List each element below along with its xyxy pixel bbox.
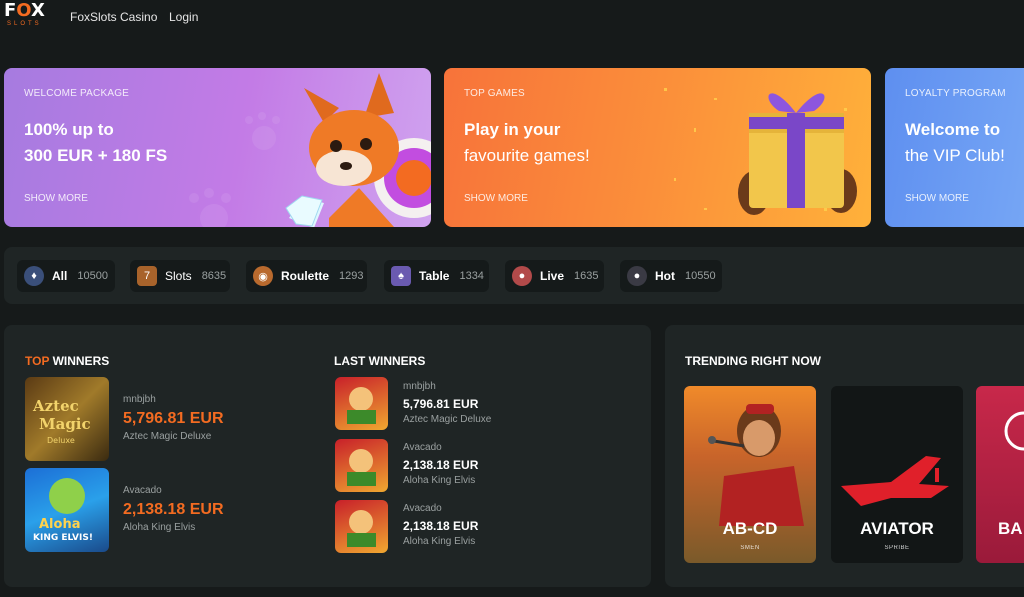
category-all[interactable]: ♦ All 10500: [17, 260, 115, 292]
trending-title: TRENDING RIGHT NOW: [685, 354, 821, 368]
winner-game-name[interactable]: Aloha King Elvis: [403, 536, 475, 547]
winner-amount: 2,138.18 EUR: [123, 501, 224, 518]
game-thumbnail-last-3[interactable]: [335, 500, 388, 553]
loyalty-program-banner[interactable]: LOYALTY PROGRAM Welcome to the VIP Club!…: [885, 68, 1024, 227]
welcome-package-banner[interactable]: WELCOME PACKAGE 100% up to 300 EUR + 180…: [4, 68, 431, 227]
foxslots-logo[interactable]: FOX SLOTS: [4, 2, 56, 34]
all-games-icon: ♦: [24, 266, 44, 286]
category-label: All: [52, 269, 68, 283]
top-games-banner[interactable]: TOP GAMES Play in your favourite games! …: [444, 68, 871, 227]
category-label: Live: [540, 269, 565, 283]
winner-username: Avacado: [403, 442, 442, 453]
game-artwork: [347, 510, 376, 547]
category-count: 10500: [77, 270, 108, 282]
banner-show-more-link[interactable]: SHOW MORE: [905, 193, 969, 204]
category-slots[interactable]: 7 Slots 8635: [130, 260, 230, 292]
category-label: Hot: [655, 269, 675, 283]
banner-headline: 100% up to: [24, 120, 114, 139]
category-label: Roulette: [281, 269, 329, 283]
banner-subheadline: 300 EUR + 180 FS: [24, 146, 168, 165]
gift-box-illustration: [738, 93, 857, 215]
category-count: 1293: [339, 270, 364, 282]
svg-text:KING ELVIS!: KING ELVIS!: [33, 533, 93, 543]
winner-username: mnbjbh: [403, 381, 436, 392]
banner-kicker: TOP GAMES: [464, 88, 525, 99]
winner-amount: 5,796.81 EUR: [123, 410, 224, 427]
aztec-magic-artwork: Aztec Magic Deluxe: [32, 397, 91, 445]
svg-text:Deluxe: Deluxe: [47, 436, 75, 445]
game-provider: SMEN: [740, 545, 760, 551]
category-count: 1635: [574, 270, 599, 282]
top-header: FOX SLOTS FoxSlots Casino Login: [0, 0, 1024, 40]
game-category-bar: ♦ All 10500 7 Slots 8635 ◉ Roulette 1293…: [4, 247, 1024, 304]
winner-game-name[interactable]: Aloha King Elvis: [123, 522, 195, 533]
game-thumbnail-aztec-magic[interactable]: Aztec Magic Deluxe: [25, 377, 109, 461]
fox-mascot-illustration: [285, 73, 431, 227]
winner-game-name[interactable]: Aztec Magic Deluxe: [123, 431, 211, 442]
banner-show-more-link[interactable]: SHOW MORE: [24, 193, 88, 204]
category-roulette[interactable]: ◉ Roulette 1293: [246, 260, 367, 292]
winner-game-name[interactable]: Aloha King Elvis: [403, 475, 475, 486]
last-winners-title: LAST WINNERS: [334, 354, 426, 368]
category-table[interactable]: ♠ Table 1334: [384, 260, 489, 292]
trending-card-ab-cd[interactable]: AB-CD SMEN: [684, 386, 816, 563]
winners-panel: TOP WINNERS Aztec Magic Deluxe mnbjbh 5,…: [4, 325, 651, 587]
game-thumbnail-aloha-king-elvis[interactable]: Aloha KING ELVIS!: [25, 468, 109, 552]
game-artwork: [347, 387, 376, 424]
game-thumbnail-last-2[interactable]: [335, 439, 388, 492]
bomb-icon: ●: [627, 266, 647, 286]
cards-icon: ♠: [391, 266, 411, 286]
live-dealer-icon: ●: [512, 266, 532, 286]
banner-headline: Play in your: [464, 120, 561, 139]
winner-game-name[interactable]: Aztec Magic Deluxe: [403, 414, 491, 425]
category-count: 10550: [685, 270, 716, 282]
banner-kicker: WELCOME PACKAGE: [24, 88, 130, 99]
banner-subheadline: favourite games!: [464, 146, 590, 165]
game-provider: SPRIBE: [884, 545, 910, 551]
game-title: BA: [998, 519, 1023, 538]
winner-username: Avacado: [123, 485, 162, 496]
winner-amount: 2,138.18 EUR: [403, 519, 479, 533]
banner-show-more-link[interactable]: SHOW MORE: [464, 193, 528, 204]
trending-card-aviator[interactable]: AVIATOR SPRIBE: [831, 386, 963, 563]
category-count: 1334: [459, 270, 484, 282]
svg-text:Aloha: Aloha: [39, 517, 80, 532]
nav-link-casino[interactable]: FoxSlots Casino: [70, 10, 157, 24]
logo-wordmark: FOX: [4, 0, 45, 21]
category-live[interactable]: ● Live 1635: [505, 260, 604, 292]
category-count: 8635: [201, 270, 227, 282]
trending-card-partial[interactable]: BA: [976, 386, 1024, 563]
trending-panel: TRENDING RIGHT NOW AB-CD SMEN AVIATOR SP…: [665, 325, 1024, 587]
nav-link-login[interactable]: Login: [169, 10, 198, 24]
roulette-icon: ◉: [253, 266, 273, 286]
winner-username: mnbjbh: [123, 394, 156, 405]
game-title: AVIATOR: [860, 519, 934, 538]
game-title: AB-CD: [722, 519, 778, 538]
game-artwork: [347, 449, 376, 486]
winner-amount: 5,796.81 EUR: [403, 397, 479, 411]
category-hot[interactable]: ● Hot 10550: [620, 260, 722, 292]
winner-username: Avacado: [403, 503, 442, 514]
category-label: Slots: [165, 269, 192, 283]
banner-subheadline: the VIP Club!: [905, 146, 1005, 165]
game-thumbnail-last-1[interactable]: [335, 377, 388, 430]
banner-headline: Welcome to: [905, 120, 1001, 139]
svg-text:Magic: Magic: [39, 415, 91, 433]
logo-subtitle: SLOTS: [7, 21, 42, 27]
slots-icon: 7: [137, 266, 157, 286]
top-winners-title: TOP WINNERS: [25, 354, 110, 368]
winner-amount: 2,138.18 EUR: [403, 458, 479, 472]
banner-kicker: LOYALTY PROGRAM: [905, 88, 1006, 99]
category-label: Table: [419, 269, 450, 283]
svg-text:Aztec: Aztec: [32, 397, 79, 415]
aloha-king-elvis-artwork: Aloha KING ELVIS!: [33, 478, 93, 543]
